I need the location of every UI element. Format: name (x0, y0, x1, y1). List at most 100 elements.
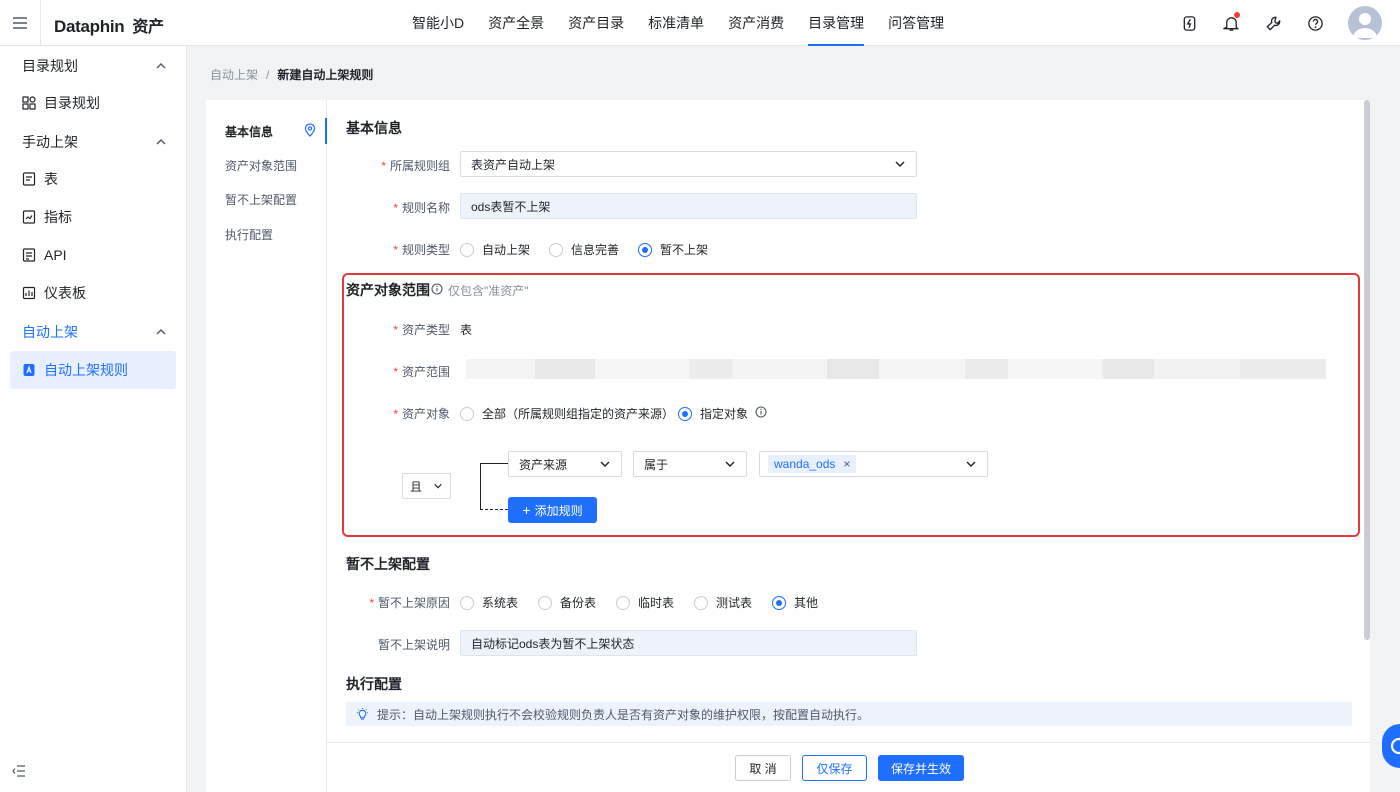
add-rule-button[interactable]: + 添加规则 (508, 497, 597, 523)
notification-dot (1234, 12, 1240, 18)
bell-icon[interactable] (1210, 0, 1252, 46)
anchor-item-exec[interactable]: 执行配置 (225, 226, 273, 243)
sidebar-item-catalog-plan[interactable]: 目录规划 (10, 84, 176, 122)
radio-auto-list[interactable]: 自动上架 (460, 241, 530, 258)
plus-icon: + (522, 502, 531, 518)
nav-item-qa-mgmt[interactable]: 问答管理 (876, 0, 956, 46)
rule-group-select[interactable]: 表资产自动上架 (460, 151, 917, 177)
anchor-item-scope[interactable]: 资产对象范围 (225, 157, 297, 174)
radio-reason-system[interactable]: 系统表 (460, 594, 518, 611)
desc-label: 暂不上架说明 (377, 638, 450, 652)
nav-item-smart-d[interactable]: 智能小D (400, 0, 476, 46)
value-tag-label: wanda_ods (774, 457, 836, 471)
radio-label: 指定对象 (700, 407, 749, 421)
radio-label: 暂不上架 (660, 243, 709, 257)
table-icon (22, 172, 36, 186)
radio-reason-temp[interactable]: 临时表 (616, 594, 674, 611)
scope-hint: 仅包含"准资产" (448, 284, 529, 298)
section-title-exec: 执行配置 (346, 676, 402, 692)
radio-info-complete[interactable]: 信息完善 (549, 241, 619, 258)
sidebar-item-label: 仪表板 (44, 285, 86, 301)
breadcrumb-separator: / (266, 68, 270, 82)
radio-label: 自动上架 (482, 243, 531, 257)
asset-obj-label-text: 资产对象 (401, 407, 450, 421)
bolt-icon[interactable] (1168, 0, 1210, 46)
section-title-scope: 资产对象范围 (346, 282, 430, 298)
sidebar-item-table[interactable]: 表 (10, 160, 176, 198)
metric-icon (22, 210, 36, 224)
radio-reason-other[interactable]: 其他 (772, 594, 818, 611)
asset-type-value: 表 (460, 323, 473, 337)
chevron-up-icon (156, 329, 166, 335)
radio-reason-backup[interactable]: 备份表 (538, 594, 596, 611)
rule-name-value: ods表暂不上架 (471, 199, 551, 214)
avatar[interactable] (1348, 6, 1382, 40)
radio-label: 临时表 (638, 596, 675, 610)
nav-item-catalog-mgmt[interactable]: 目录管理 (796, 0, 876, 46)
radio-all-objects[interactable]: 全部（所属规则组指定的资产来源） (460, 405, 674, 422)
sidebar-item-dashboard[interactable]: 仪表板 (10, 274, 176, 312)
info-icon[interactable] (755, 406, 767, 421)
sidebar-item-api[interactable]: API (10, 236, 176, 274)
sidebar: 目录规划 目录规划 手动上架 表 指标 API 仪表板 自动上架 自动上架规则 (0, 46, 187, 792)
wrench-icon[interactable] (1252, 0, 1294, 46)
sidebar-group-label: 自动上架 (22, 324, 78, 340)
chevron-down-icon (600, 461, 610, 467)
rule-name-label: * 规则名称 (393, 201, 450, 215)
radio-circle-checked (638, 242, 652, 257)
radio-reason-test[interactable]: 测试表 (694, 594, 752, 611)
save-apply-button[interactable]: 保存并生效 (878, 755, 964, 781)
sidebar-group-catalog-plan[interactable]: 目录规划 (22, 56, 167, 76)
anchor-item-unlist[interactable]: 暂不上架配置 (225, 191, 297, 208)
collapse-sidebar-icon[interactable] (12, 765, 26, 780)
close-icon[interactable]: × (843, 457, 850, 471)
condition-field-select[interactable]: 资产来源 (508, 451, 622, 477)
sidebar-group-auto[interactable]: 自动上架 (22, 322, 167, 342)
radio-label: 测试表 (716, 596, 753, 610)
condition-field-value: 资产来源 (519, 457, 568, 472)
exec-tip: 提示：自动上架规则执行不会校验规则负责人是否有资产对象的维护权限，按配置自动执行… (346, 702, 1352, 726)
help-icon[interactable] (1294, 0, 1336, 46)
top-icons (1168, 0, 1382, 46)
chevron-down-icon (434, 483, 442, 489)
menu-icon[interactable] (0, 0, 41, 46)
chevron-down-icon (966, 461, 976, 467)
breadcrumb-parent[interactable]: 自动上架 (210, 68, 258, 82)
sidebar-group-label: 目录规划 (22, 58, 78, 74)
top-bar: Dataphin 资产 智能小D 资产全景 资产目录 标准清单 资产消费 目录管理… (0, 0, 1400, 46)
radio-not-list[interactable]: 暂不上架 (638, 241, 708, 258)
info-icon (431, 283, 443, 298)
nav-item-overview[interactable]: 资产全景 (476, 0, 556, 46)
logic-operator-select[interactable]: 且 (402, 473, 451, 499)
condition-value-select[interactable]: wanda_ods × (759, 451, 988, 477)
value-tag: wanda_ods × (768, 455, 857, 473)
assistant-float-button[interactable] (1382, 724, 1400, 768)
radio-specified-object[interactable]: 指定对象 (678, 405, 748, 422)
section-title-unlist: 暂不上架配置 (346, 556, 430, 572)
rule-group-label: * 所属规则组 (381, 159, 450, 173)
asset-type-label: * 资产类型 (393, 323, 450, 337)
sidebar-item-auto-rule[interactable]: 自动上架规则 (10, 351, 176, 389)
exec-tip-text: 提示：自动上架规则执行不会校验规则负责人是否有资产对象的维护权限，按配置自动执行… (377, 707, 870, 722)
logo-text: Dataphin (54, 17, 125, 36)
chevron-up-icon (156, 139, 166, 145)
nav-item-consumption[interactable]: 资产消费 (716, 0, 796, 46)
sidebar-item-label: 目录规划 (44, 95, 100, 111)
rule-name-input[interactable]: ods表暂不上架 (460, 193, 917, 219)
main-nav: 智能小D 资产全景 资产目录 标准清单 资产消费 目录管理 问答管理 (400, 0, 956, 46)
desc-input[interactable]: 自动标记ods表为暂不上架状态 (460, 630, 917, 656)
sidebar-item-metric[interactable]: 指标 (10, 198, 176, 236)
condition-operator-select[interactable]: 属于 (633, 451, 747, 477)
sidebar-item-label: API (44, 247, 67, 263)
add-rule-label: 添加规则 (534, 503, 583, 518)
anchor-active-indicator (325, 118, 327, 144)
save-only-button[interactable]: 仅保存 (802, 755, 867, 781)
app-logo[interactable]: Dataphin 资产 (54, 13, 164, 37)
cancel-button[interactable]: 取 消 (735, 755, 791, 781)
nav-item-standards[interactable]: 标准清单 (636, 0, 716, 46)
scrollbar[interactable] (1364, 100, 1370, 640)
nav-item-catalog[interactable]: 资产目录 (556, 0, 636, 46)
sidebar-group-manual[interactable]: 手动上架 (22, 132, 167, 152)
anchor-item-basic[interactable]: 基本信息 (225, 123, 273, 140)
radio-label: 全部（所属规则组指定的资产来源） (482, 407, 675, 421)
